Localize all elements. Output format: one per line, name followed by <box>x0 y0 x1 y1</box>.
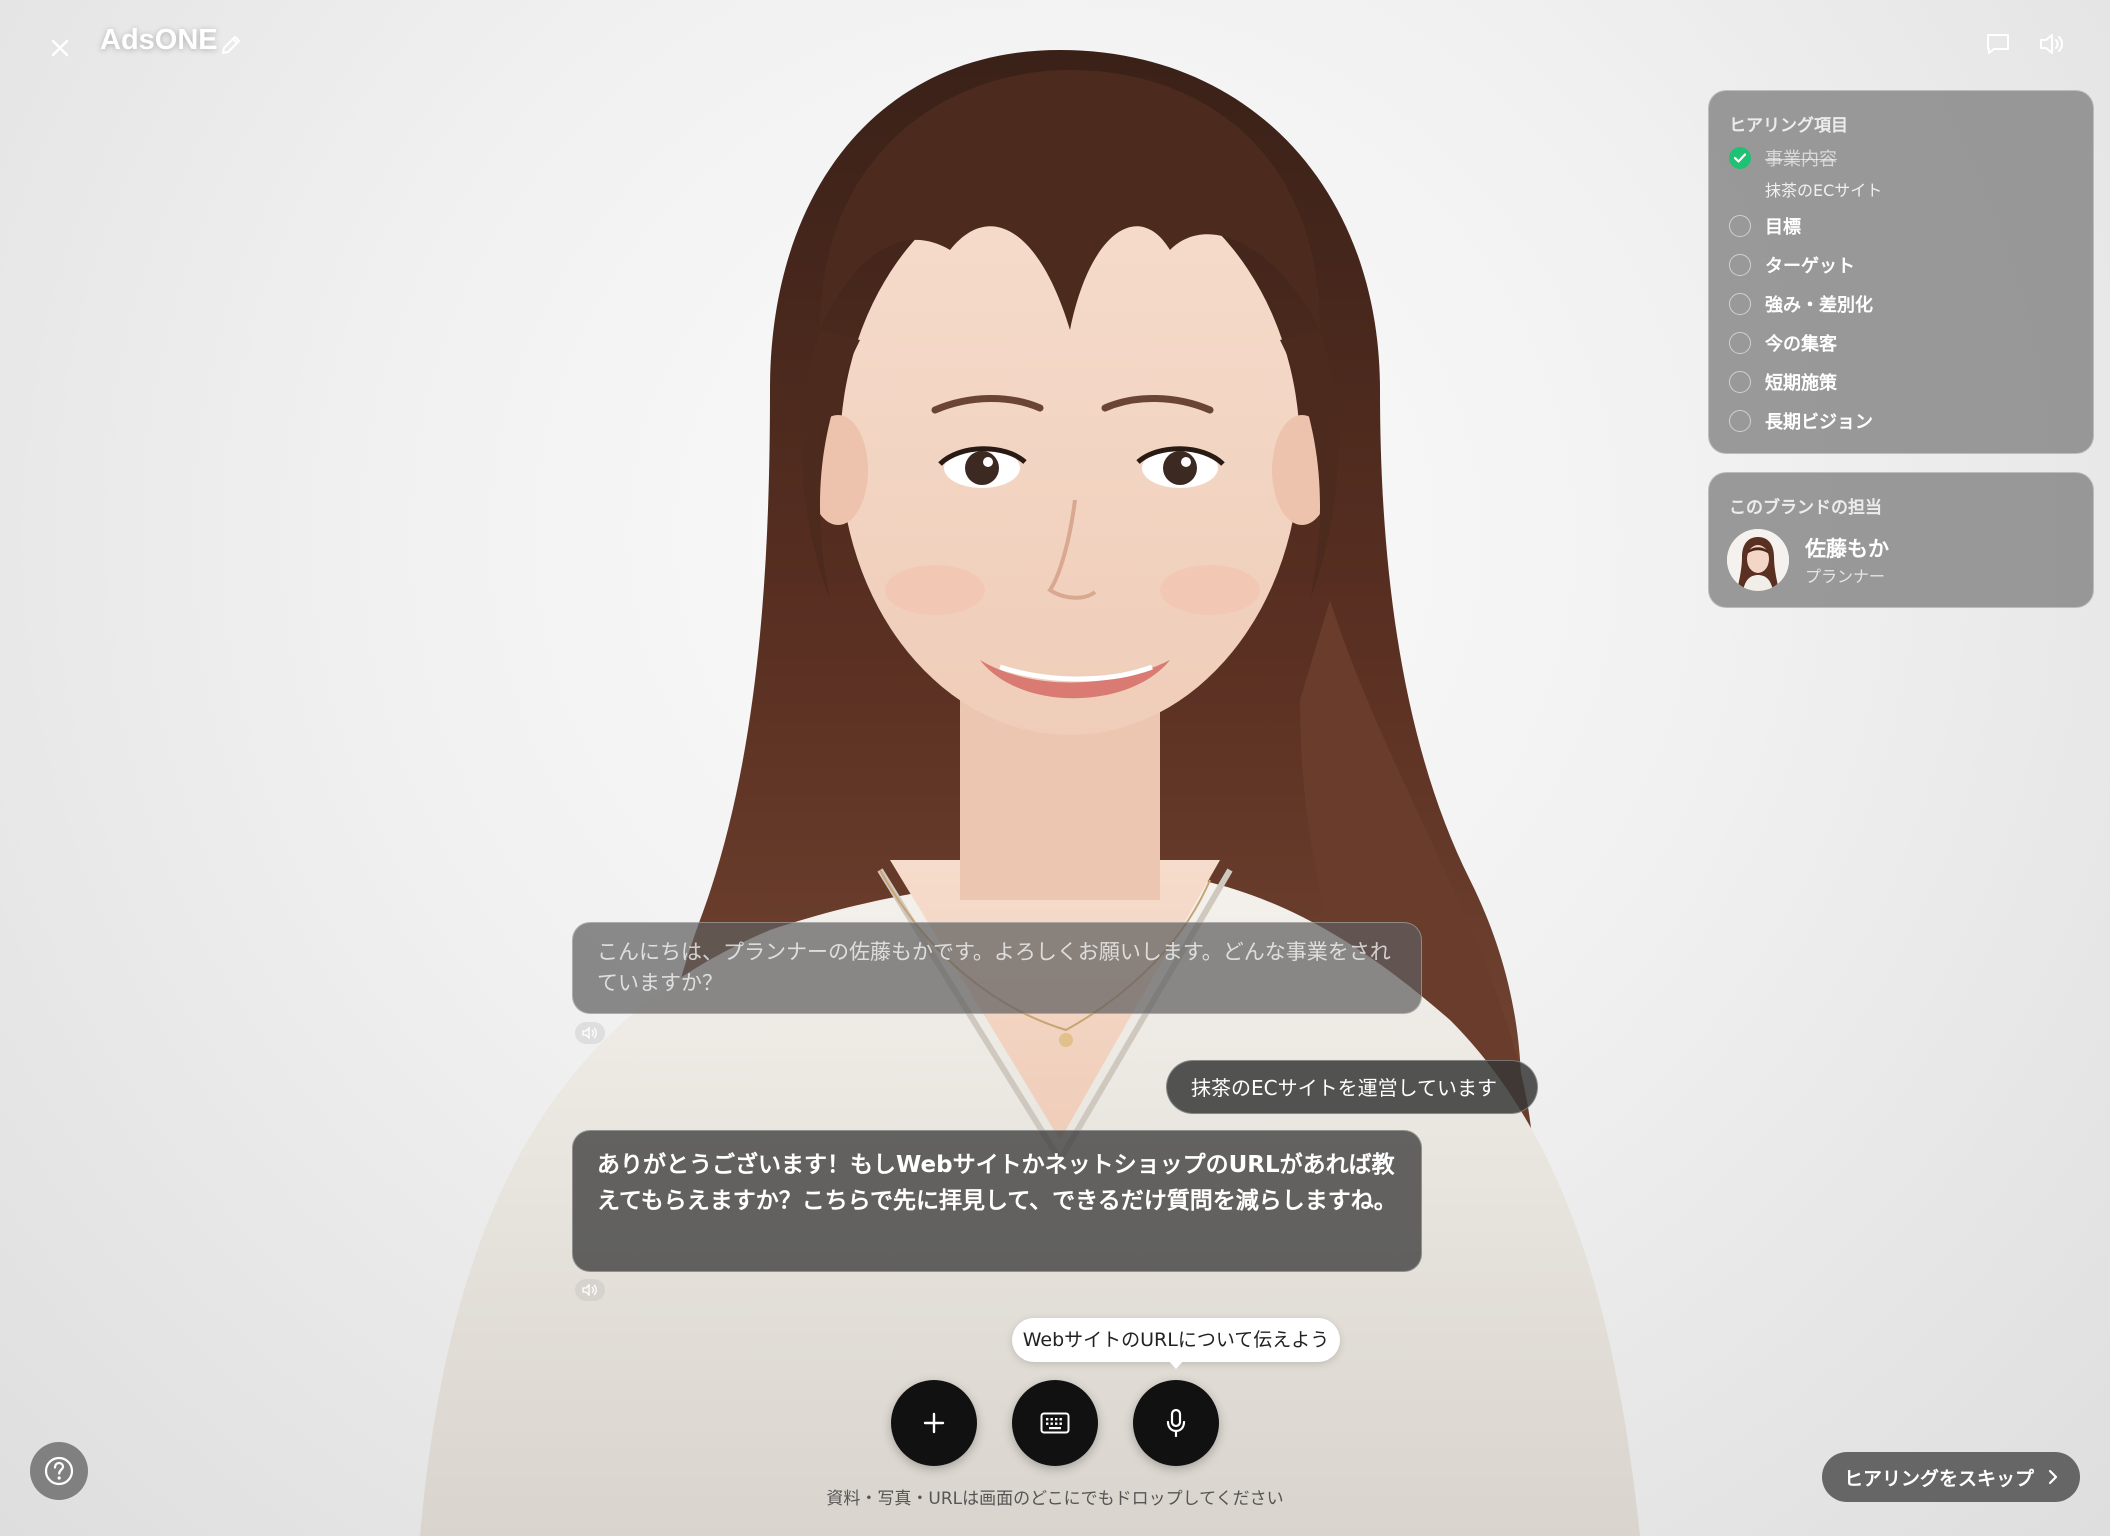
question-circle-icon <box>44 1456 74 1486</box>
checklist-label: 短期施策 <box>1765 373 1837 394</box>
checklist-item-goal: 目標 <box>1729 211 1801 241</box>
microphone-icon <box>1166 1408 1186 1438</box>
skip-hearing-label: ヒアリングをスキップ <box>1843 1467 2034 1490</box>
skip-hearing-button[interactable]: ヒアリングをスキップ <box>1822 1452 2080 1502</box>
plus-icon <box>923 1412 945 1434</box>
checklist-item-short-term: 短期施策 <box>1729 367 1837 397</box>
checklist-answer: 抹茶のECサイト <box>1765 181 1883 200</box>
help-button[interactable] <box>30 1442 88 1500</box>
pencil-icon <box>222 36 240 54</box>
avatar <box>1727 529 1789 591</box>
empty-circle-icon <box>1729 293 1751 315</box>
owner-name: 佐藤もか <box>1805 537 1889 561</box>
checklist-label: 目標 <box>1765 217 1801 238</box>
avatar-stage: AdsONE ヒアリング項目 事業内容 抹茶のECサイト 目標 ターゲット 強み… <box>0 0 2110 1536</box>
checklist-item-strengths: 強み・差別化 <box>1729 289 1873 319</box>
keyboard-icon <box>1040 1412 1070 1434</box>
checklist-label: 長期ビジョン <box>1765 412 1873 433</box>
replay-audio-button[interactable] <box>575 1279 605 1301</box>
checklist-item-business: 事業内容 <box>1729 143 1837 173</box>
checklist-item-long-term: 長期ビジョン <box>1729 406 1873 436</box>
close-icon <box>51 39 69 57</box>
hint-tooltip: WebサイトのURLについて伝えよう <box>1012 1318 1340 1362</box>
empty-circle-icon <box>1729 254 1751 276</box>
edit-title-button[interactable] <box>214 28 248 62</box>
add-attachment-button[interactable] <box>891 1380 977 1466</box>
checklist-label: 今の集客 <box>1765 334 1837 355</box>
hearing-checklist-panel: ヒアリング項目 事業内容 抹茶のECサイト 目標 ターゲット 強み・差別化 今の… <box>1708 90 2094 454</box>
checklist-item-target: ターゲット <box>1729 250 1855 280</box>
assistant-message: こんにちは、プランナーの佐藤もかです。よろしくお願いします。どんな事業をされてい… <box>572 922 1422 1014</box>
empty-circle-icon <box>1729 332 1751 354</box>
checklist-item-acquisition: 今の集客 <box>1729 328 1837 358</box>
speaker-icon <box>582 1027 597 1039</box>
sound-toggle-button[interactable] <box>2034 26 2070 62</box>
owner-panel-title: このブランドの担当 <box>1729 498 1882 518</box>
empty-circle-icon <box>1729 410 1751 432</box>
user-message: 抹茶のECサイトを運営しています <box>1166 1060 1538 1114</box>
chat-log-button[interactable] <box>1980 26 2016 62</box>
assistant-message: ありがとうございます！もしWebサイトかネットショップのURLがあれば教えてもら… <box>572 1130 1422 1272</box>
checklist-label: 事業内容 <box>1765 149 1837 170</box>
checkmark-icon <box>1729 147 1751 169</box>
empty-circle-icon <box>1729 215 1751 237</box>
checklist-label: ターゲット <box>1765 256 1855 277</box>
keyboard-input-button[interactable] <box>1012 1380 1098 1466</box>
microphone-button[interactable] <box>1133 1380 1219 1466</box>
empty-circle-icon <box>1729 371 1751 393</box>
replay-audio-button[interactable] <box>575 1022 605 1044</box>
checklist-label: 強み・差別化 <box>1765 295 1873 316</box>
close-button[interactable] <box>40 28 80 68</box>
hint-tooltip-arrow <box>1168 1360 1184 1369</box>
speaker-icon <box>582 1284 597 1296</box>
brand-owner-panel: このブランドの担当 佐藤もか プランナー <box>1708 472 2094 608</box>
chevron-right-icon <box>2048 1469 2058 1485</box>
chat-bubble-icon <box>1987 34 2009 54</box>
app-title: AdsONE <box>100 24 218 56</box>
hearing-panel-title: ヒアリング項目 <box>1729 116 1848 136</box>
speaker-icon <box>2040 34 2063 54</box>
owner-role: プランナー <box>1805 567 1886 586</box>
drop-hint: 資料・写真・URLは画面のどこにでもドロップしてください <box>826 1489 1284 1509</box>
